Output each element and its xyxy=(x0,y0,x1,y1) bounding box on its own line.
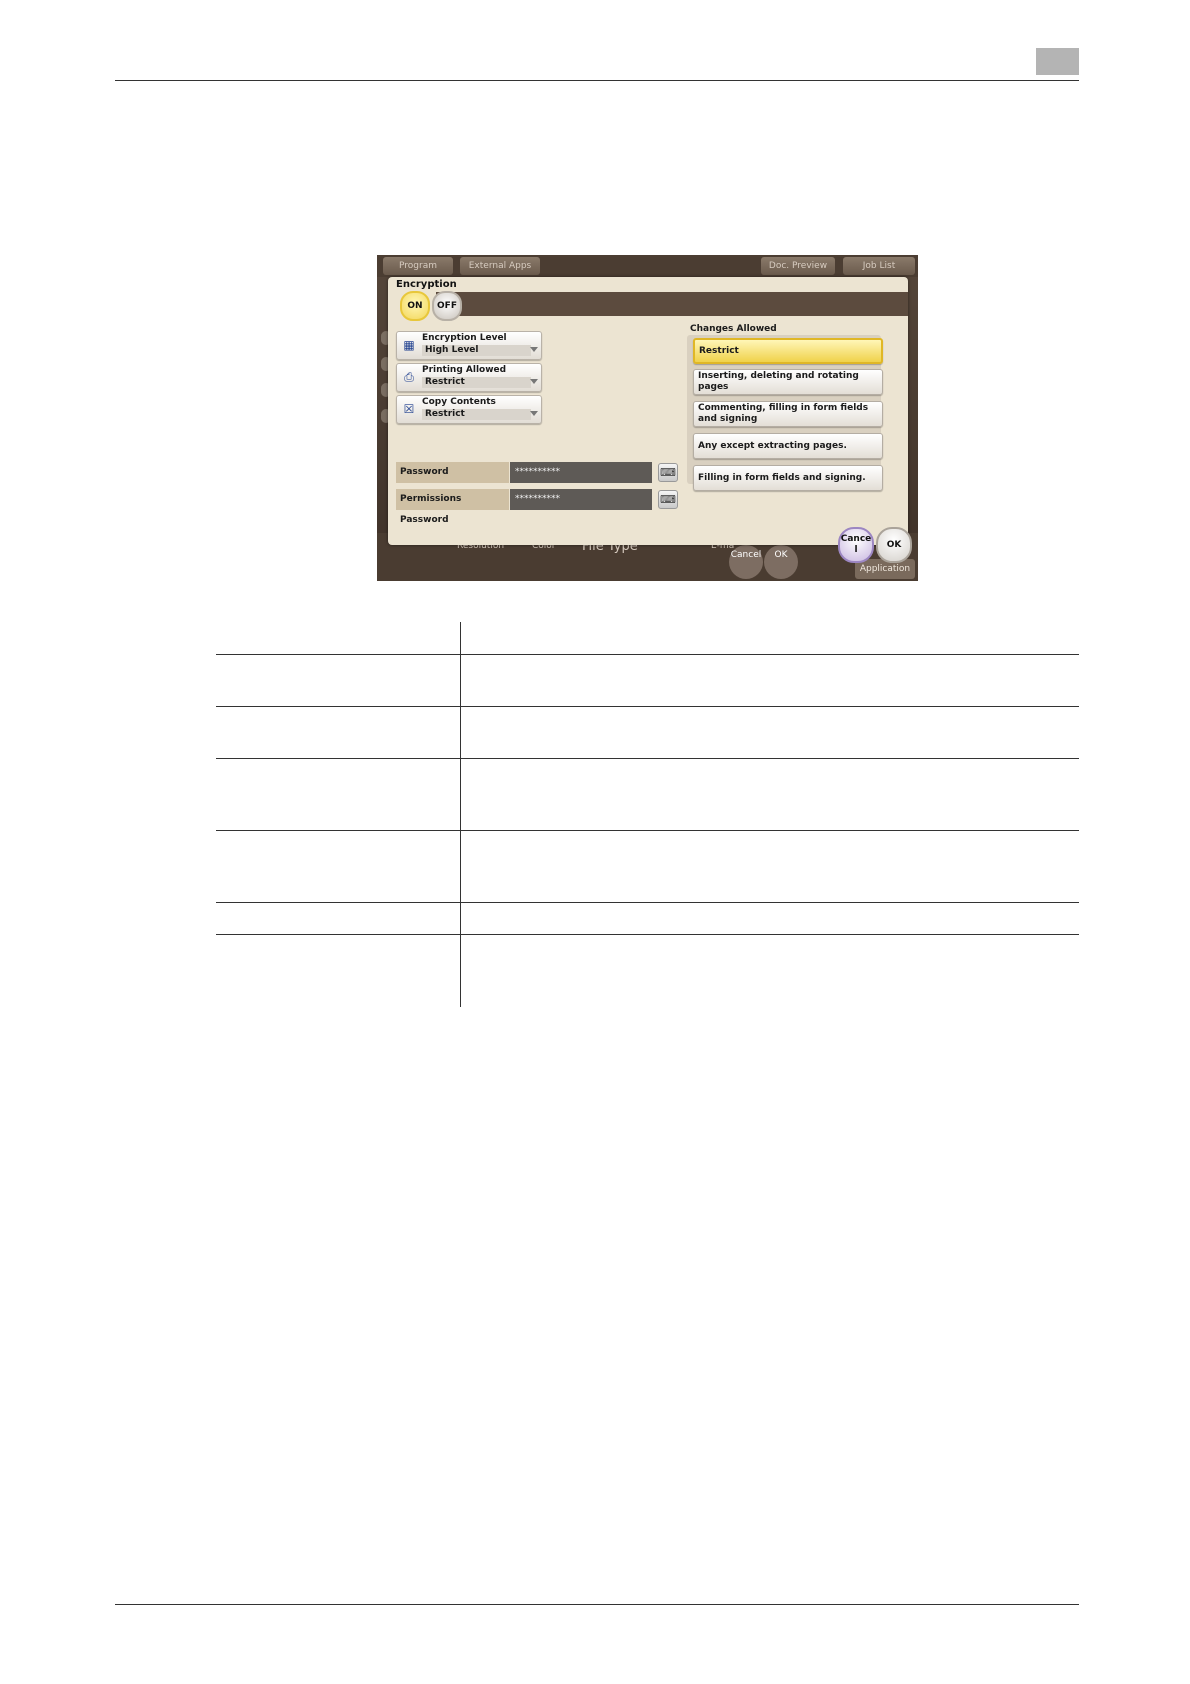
encryption-on-button[interactable]: ON xyxy=(400,291,430,321)
changes-option-commenting[interactable]: Commenting, filling in form fields and s… xyxy=(693,401,883,427)
changes-option-inserting[interactable]: Inserting, deleting and rotating pages xyxy=(693,369,883,395)
table-header-rule xyxy=(216,654,1079,655)
changes-allowed-panel: Changes Allowed Restrict Inserting, dele… xyxy=(687,324,883,491)
changes-option-restrict[interactable]: Restrict xyxy=(693,338,883,364)
background-ok-button: OK xyxy=(764,545,798,579)
password-label: Password xyxy=(396,462,509,483)
page-tab xyxy=(1036,48,1079,75)
table-row-rule xyxy=(216,758,1079,759)
changes-option-filling[interactable]: Filling in form fields and signing. xyxy=(693,465,883,491)
permissions-password-field[interactable]: ********** xyxy=(510,489,652,510)
permissions-password-row: Permissions Password ********** ⌨ xyxy=(396,489,686,525)
table-row-rule xyxy=(216,830,1079,831)
external-apps-tab[interactable]: External Apps xyxy=(460,257,540,275)
dropdown-caret-icon xyxy=(530,347,538,352)
changes-allowed-title: Changes Allowed xyxy=(690,324,777,334)
table-row-rule xyxy=(216,902,1079,903)
setting-label: Copy Contents xyxy=(422,397,496,407)
doc-preview-tab[interactable]: Doc. Preview xyxy=(761,257,835,275)
encryption-screenshot: Program External Apps Doc. Preview Job L… xyxy=(377,255,918,581)
encryption-dialog: Encryption ON OFF ▦ Encryption Level Hig… xyxy=(388,277,912,563)
password-row: Password ********** ⌨ xyxy=(396,462,686,483)
setting-value: High Level xyxy=(422,345,531,356)
background-cancel-button: Cancel xyxy=(729,545,763,579)
copy-contents-icon: ☒ xyxy=(403,402,415,416)
header-rule xyxy=(115,80,1079,81)
footer-rule xyxy=(115,1604,1079,1605)
cancel-button[interactable]: Cance l xyxy=(838,527,874,563)
password-field[interactable]: ********** xyxy=(510,462,652,483)
copy-contents-setting[interactable]: ☒ Copy Contents Restrict xyxy=(396,395,542,424)
dialog-band xyxy=(436,292,908,316)
permissions-password-label: Permissions Password xyxy=(396,489,509,525)
encryption-level-setting[interactable]: ▦ Encryption Level High Level xyxy=(396,331,542,360)
dialog-title: Encryption xyxy=(396,279,457,290)
printing-allowed-setting[interactable]: ⎙ Printing Allowed Restrict xyxy=(396,363,542,392)
keyboard-icon[interactable]: ⌨ xyxy=(658,463,678,482)
changes-option-any-except[interactable]: Any except extracting pages. xyxy=(693,433,883,459)
ok-button[interactable]: OK xyxy=(876,527,912,563)
setting-label: Encryption Level xyxy=(422,333,507,343)
table-row-rule xyxy=(216,934,1079,935)
encryption-off-button[interactable]: OFF xyxy=(432,291,462,321)
setting-label: Printing Allowed xyxy=(422,365,507,375)
printer-icon: ⎙ xyxy=(404,370,414,384)
top-bar: Program External Apps Doc. Preview Job L… xyxy=(377,255,918,277)
keyboard-icon[interactable]: ⌨ xyxy=(658,490,678,509)
dropdown-caret-icon xyxy=(530,379,538,384)
application-button[interactable]: Application xyxy=(855,559,915,579)
table-column-divider xyxy=(460,622,461,1007)
program-tab[interactable]: Program xyxy=(383,257,453,275)
job-list-tab[interactable]: Job List xyxy=(843,257,915,275)
table-row-rule xyxy=(216,706,1079,707)
encryption-level-icon: ▦ xyxy=(403,338,415,352)
setting-value: Restrict xyxy=(422,377,531,388)
setting-value: Restrict xyxy=(422,409,531,420)
dropdown-caret-icon xyxy=(530,411,538,416)
